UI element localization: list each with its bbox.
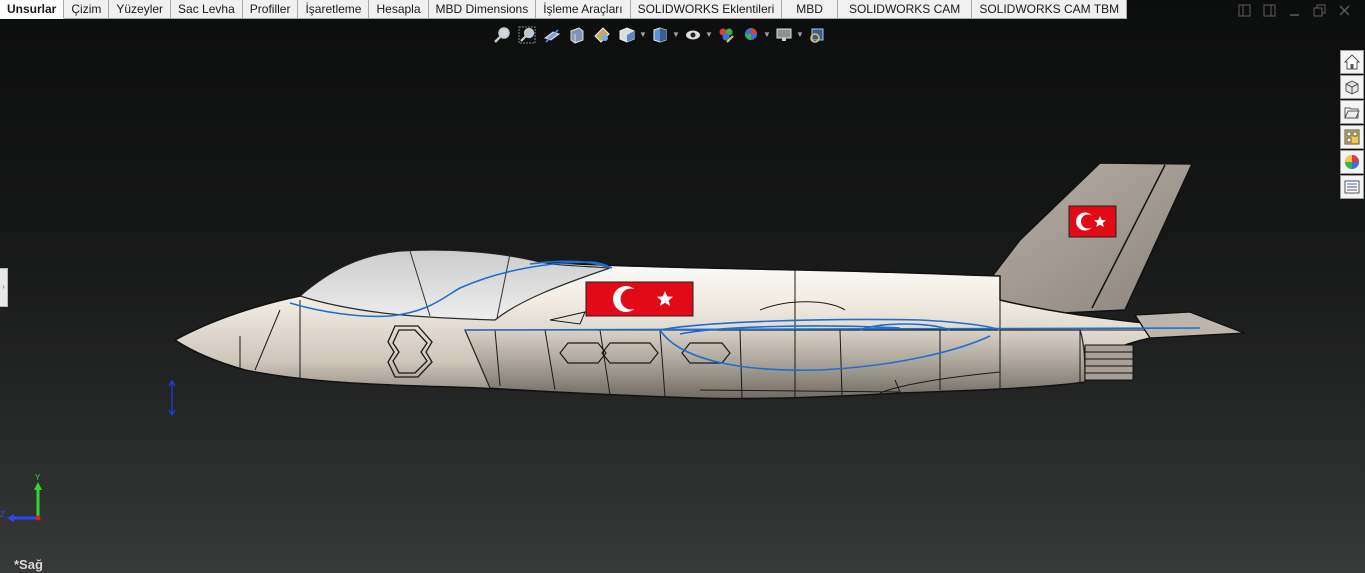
tab-unsurlar[interactable]: Unsurlar (0, 0, 65, 19)
appearances-icon[interactable] (1340, 150, 1364, 174)
tab-sac-levha[interactable]: Sac Levha (171, 0, 243, 19)
file-explorer-icon[interactable] (1340, 100, 1364, 124)
minimize-icon[interactable] (1288, 4, 1301, 17)
tab-solidworks-eklentileri[interactable]: SOLIDWORKS Eklentileri (630, 0, 783, 19)
window-controls (1238, 4, 1351, 17)
exhaust-nozzle (1084, 344, 1134, 381)
graphics-area[interactable]: Y Z *Sağ (0, 19, 1365, 573)
chevron-down-icon[interactable]: ▼ (639, 25, 647, 45)
chevron-down-icon[interactable]: ▼ (672, 25, 680, 45)
tab-hesapla[interactable]: Hesapla (369, 0, 429, 19)
chevron-down-icon[interactable]: ▼ (705, 25, 713, 45)
triad-y-label: Y (35, 473, 41, 482)
tab-solidworks-cam-tbm[interactable]: SOLIDWORKS CAM TBM (972, 0, 1128, 19)
zoom-to-fit-icon[interactable] (492, 25, 512, 45)
intake-body (464, 329, 1086, 400)
tab-yuzeyler[interactable]: Yüzeyler (109, 0, 172, 19)
solidworks-resources-icon[interactable] (1340, 50, 1364, 74)
display-style-icon[interactable] (650, 25, 670, 45)
panel-right-icon[interactable] (1263, 4, 1276, 17)
close-icon[interactable] (1338, 4, 1351, 17)
tab-solidworks-cam[interactable]: SOLIDWORKS CAM (837, 0, 973, 19)
dynamic-annotation-views-icon[interactable] (592, 25, 612, 45)
fuselage-flag (585, 281, 694, 317)
panel-left-icon[interactable] (1238, 4, 1251, 17)
tab-isaretleme[interactable]: İşaretleme (298, 0, 370, 19)
previous-view-icon[interactable] (542, 25, 562, 45)
origin-marker (168, 379, 176, 417)
task-pane (1340, 50, 1365, 199)
rotate-view-icon[interactable] (807, 25, 827, 45)
tab-mbd[interactable]: MBD (782, 0, 838, 19)
tab-profiller[interactable]: Profiller (242, 0, 299, 19)
reference-triad (7, 482, 42, 522)
hide-show-items-icon[interactable] (683, 25, 703, 45)
command-manager-tabs: Unsurlar Çizim Yüzeyler Sac Levha Profil… (0, 0, 1128, 19)
tab-mbd-dimensions[interactable]: MBD Dimensions (428, 0, 537, 19)
tail-flag (1068, 205, 1117, 238)
zoom-to-area-icon[interactable] (517, 25, 537, 45)
view-orientation-icon[interactable] (617, 25, 637, 45)
apply-scene-icon[interactable] (741, 25, 761, 45)
aircraft-model (7, 162, 1245, 522)
chevron-down-icon[interactable]: ▼ (763, 25, 771, 45)
chevron-down-icon[interactable]: ▼ (796, 25, 804, 45)
tab-cizim[interactable]: Çizim (64, 0, 110, 19)
view-settings-icon[interactable] (774, 25, 794, 45)
horizontal-stabilizer (1133, 311, 1245, 339)
custom-properties-icon[interactable] (1340, 175, 1364, 199)
design-library-icon[interactable] (1340, 75, 1364, 99)
heads-up-view-toolbar: ▼ ▼ ▼ ▼ ▼ (492, 25, 827, 45)
triad-z-label: Z (0, 510, 5, 519)
section-view-icon[interactable] (567, 25, 587, 45)
restore-icon[interactable] (1313, 4, 1326, 17)
tab-isleme-araclari[interactable]: İşleme Araçları (536, 0, 631, 19)
view-orientation-label: *Sağ (14, 557, 43, 572)
edit-appearance-icon[interactable] (716, 25, 736, 45)
feature-tree-toggle[interactable]: › (0, 268, 8, 307)
view-palette-icon[interactable] (1340, 125, 1364, 149)
